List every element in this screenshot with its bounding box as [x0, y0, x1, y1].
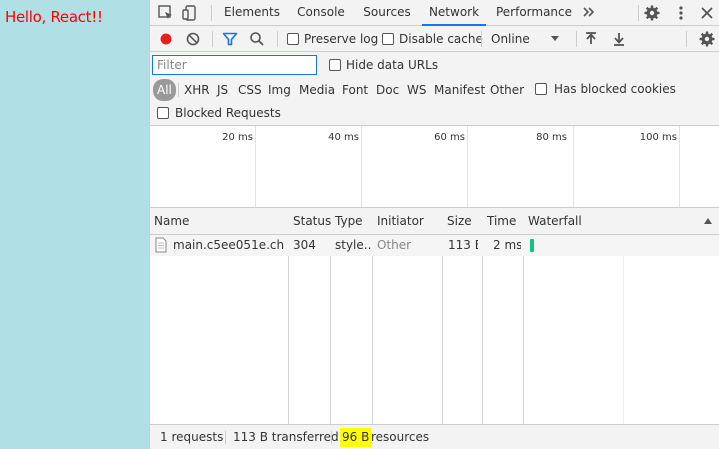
record-icon[interactable]: [157, 30, 175, 48]
overview-gridline: [361, 126, 362, 207]
overview-gridline: [255, 126, 256, 207]
preserve-log-label: Preserve log: [304, 32, 379, 46]
timeline-overview[interactable]: 20 ms 40 ms 60 ms 80 ms 100 ms: [150, 126, 719, 208]
status-transferred: 113 B transferred: [233, 430, 339, 444]
status-bar: 1 requests 113 B transferred 96 B resour…: [150, 424, 719, 449]
tab-sources[interactable]: Sources: [358, 0, 416, 26]
hide-data-urls-label: Hide data URLs: [346, 58, 439, 72]
dropdown-triangle-icon[interactable]: [548, 31, 566, 49]
tab-performance[interactable]: Performance: [494, 0, 574, 26]
filter-input[interactable]: [152, 55, 317, 75]
search-icon[interactable]: [248, 30, 266, 48]
type-filter-all[interactable]: All: [153, 79, 176, 101]
toolbar-separator: [277, 31, 278, 47]
request-time: 2 ms: [493, 238, 521, 252]
import-har-icon[interactable]: [582, 30, 600, 48]
devtools-panel: Elements Console Sources Network Perform…: [149, 0, 719, 449]
request-status: 304: [293, 238, 316, 252]
devtools-tabbar: Elements Console Sources Network Perform…: [150, 0, 719, 26]
tab-network[interactable]: Network: [422, 0, 486, 26]
type-filter-other[interactable]: Other: [490, 79, 524, 101]
column-header-initiator[interactable]: Initiator: [373, 208, 424, 235]
overview-tick-label: 100 ms: [639, 132, 677, 143]
waterfall-bar[interactable]: [530, 239, 534, 252]
tab-console[interactable]: Console: [292, 0, 350, 26]
type-filter-js[interactable]: JS: [217, 79, 228, 101]
column-header-size[interactable]: Size: [443, 208, 472, 235]
tabbar-separator: [211, 5, 212, 21]
overview-gridline: [679, 126, 680, 207]
request-type: style...: [335, 238, 371, 252]
status-separator: [331, 431, 332, 444]
blocked-requests-checkbox[interactable]: [157, 107, 169, 119]
status-request-count: 1 requests: [160, 430, 224, 444]
type-filter-ws[interactable]: WS: [407, 79, 426, 101]
tabbar-separator: [638, 5, 639, 21]
status-separator: [225, 431, 226, 444]
sort-ascending-icon[interactable]: [702, 215, 719, 233]
filter-icon[interactable]: [221, 30, 239, 48]
tab-elements[interactable]: Elements: [222, 0, 282, 26]
type-filter-xhr[interactable]: XHR: [184, 79, 210, 101]
toolbar-separator: [686, 31, 687, 47]
throttling-select[interactable]: Online: [491, 32, 530, 46]
request-name[interactable]: main.c5ee051e.chu...: [173, 235, 285, 256]
blocked-requests-label: Blocked Requests: [175, 106, 281, 120]
export-har-icon[interactable]: [610, 30, 628, 48]
type-filter-img[interactable]: Img: [268, 79, 291, 101]
overview-tick-label: 60 ms: [434, 132, 465, 143]
clear-icon[interactable]: [184, 30, 202, 48]
overview-gridline: [573, 126, 574, 207]
column-header-waterfall[interactable]: Waterfall: [524, 208, 582, 235]
table-header: Name Status Type Initiator Size Time Wat…: [150, 208, 719, 235]
type-filter-font[interactable]: Font: [342, 79, 368, 101]
overview-tick-label: 80 ms: [536, 132, 567, 143]
settings-gear-icon[interactable]: [643, 4, 661, 22]
page-viewport: Hello, React!!: [0, 0, 149, 449]
status-resources-size: 96 B: [340, 428, 372, 447]
type-separator: [178, 83, 179, 97]
more-options-icon[interactable]: [672, 4, 690, 22]
has-blocked-cookies-label: Has blocked cookies: [554, 82, 676, 96]
toolbar-separator: [576, 31, 577, 47]
toolbar-separator: [481, 31, 482, 47]
disable-cache-label: Disable cache: [399, 32, 483, 46]
toolbar-separator: [212, 31, 213, 47]
device-toolbar-icon[interactable]: [181, 4, 199, 22]
column-header-status[interactable]: Status: [289, 208, 331, 235]
table-row[interactable]: main.c5ee051e.chu... 304 style... Other …: [150, 235, 719, 256]
status-resources-label: resources: [371, 430, 430, 444]
overview-gridline: [467, 126, 468, 207]
overview-tick-label: 40 ms: [328, 132, 359, 143]
filter-bar: Hide data URLs All XHR JS CSS Img Media …: [150, 52, 719, 126]
network-settings-gear-icon[interactable]: [698, 30, 716, 48]
hide-data-urls-checkbox[interactable]: [329, 59, 341, 71]
column-header-time[interactable]: Time: [483, 208, 516, 235]
type-filter-css[interactable]: CSS: [238, 79, 262, 101]
column-header-name[interactable]: Name: [150, 208, 189, 235]
request-initiator: Other: [377, 238, 412, 252]
type-filter-media[interactable]: Media: [299, 79, 335, 101]
request-table: Name Status Type Initiator Size Time Wat…: [150, 208, 719, 424]
type-filter-doc[interactable]: Doc: [376, 79, 399, 101]
type-filter-manifest[interactable]: Manifest: [434, 79, 485, 101]
inspect-element-icon[interactable]: [157, 4, 175, 22]
double-chevron-icon[interactable]: [582, 5, 600, 23]
greeting-text: Hello, React!!: [5, 8, 103, 26]
close-icon[interactable]: [698, 4, 716, 22]
column-header-type[interactable]: Type: [331, 208, 363, 235]
network-toolbar: Preserve log Disable cache Online: [150, 26, 719, 52]
preserve-log-checkbox[interactable]: [287, 33, 299, 45]
document-file-icon: [155, 237, 167, 253]
disable-cache-checkbox[interactable]: [382, 33, 394, 45]
has-blocked-cookies-checkbox[interactable]: [535, 83, 547, 95]
request-size: 113 B: [448, 238, 478, 252]
overview-tick-label: 20 ms: [222, 132, 253, 143]
